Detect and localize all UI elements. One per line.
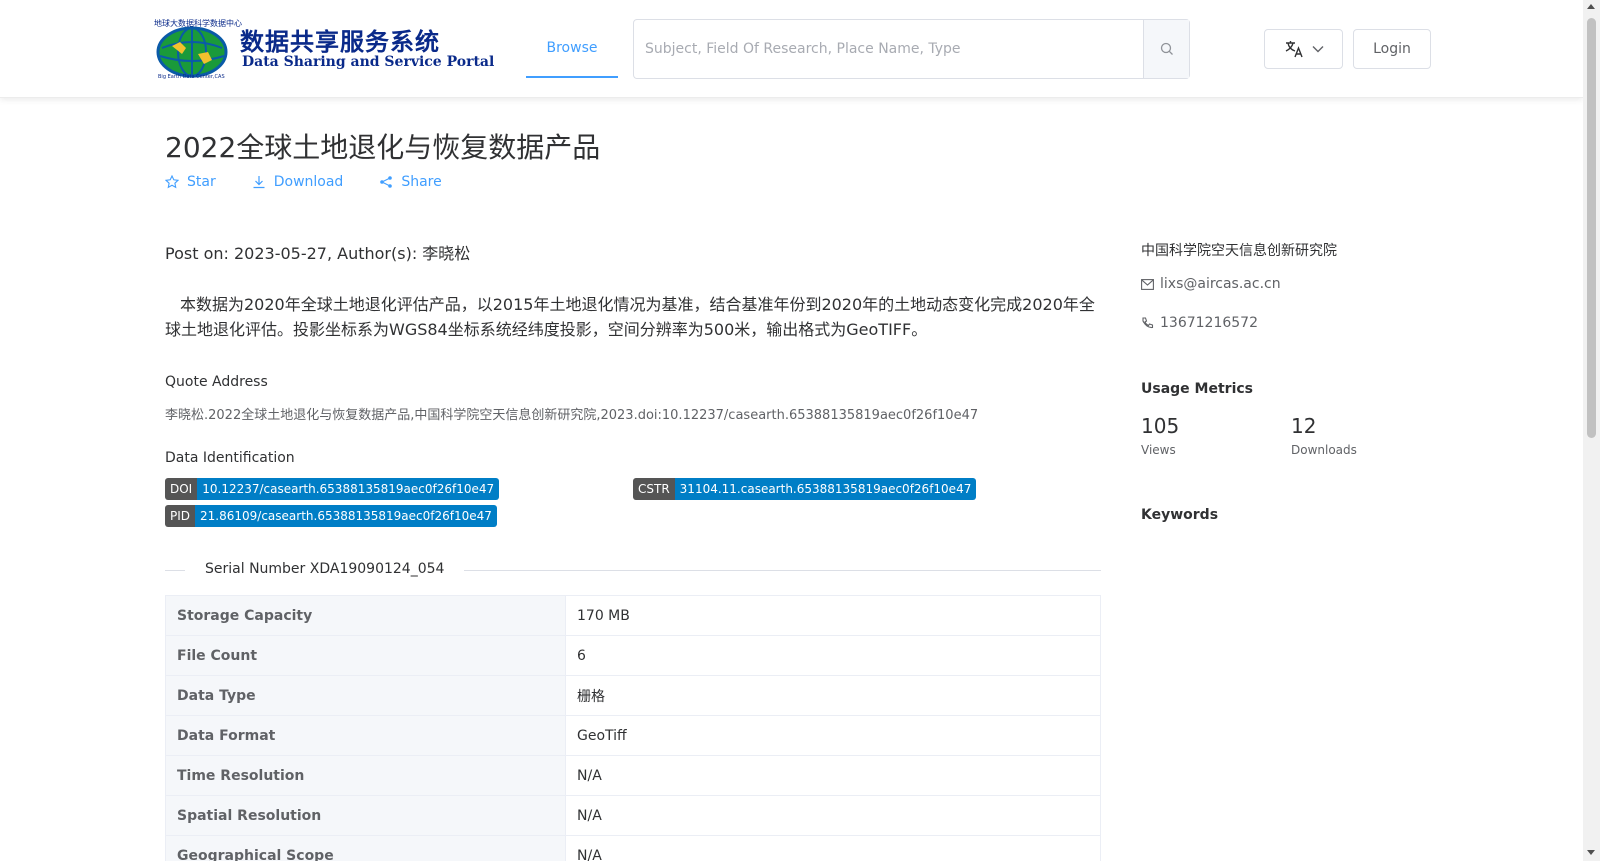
info-value: 栅格 bbox=[565, 675, 1101, 716]
info-value: 6 bbox=[565, 635, 1101, 676]
info-value: N/A bbox=[565, 795, 1101, 836]
nav-tab-browse[interactable]: Browse bbox=[526, 0, 618, 78]
share-label: Share bbox=[401, 174, 442, 190]
star-label: Star bbox=[187, 174, 216, 190]
download-icon bbox=[253, 176, 265, 189]
table-row: Geographical Scope N/A bbox=[165, 835, 1101, 861]
phone-text: 13671216572 bbox=[1160, 315, 1258, 331]
search-button[interactable] bbox=[1143, 20, 1189, 78]
page-scrollbar[interactable] bbox=[1583, 0, 1600, 861]
logo-title-en: Data Sharing and Service Portal bbox=[242, 54, 495, 70]
identification-label: Data Identification bbox=[165, 450, 295, 466]
doi-key: DOI bbox=[165, 478, 198, 500]
info-key: File Count bbox=[165, 635, 566, 676]
table-row: Data Format GeoTiff bbox=[165, 715, 1101, 756]
quote-text: 李晓松.2022全球土地退化与恢复数据产品,中国科学院空天信息创新研究院,202… bbox=[165, 408, 979, 423]
scroll-thumb[interactable] bbox=[1587, 18, 1596, 438]
mail-icon bbox=[1141, 278, 1154, 290]
site-logo[interactable]: 地球大数据科学数据中心 Big Earth Data Center,CAS 数据… bbox=[152, 18, 494, 80]
logo-ring-text: 地球大数据科学数据中心 bbox=[154, 19, 242, 28]
download-label: Download bbox=[273, 174, 344, 190]
table-row: Data Type 栅格 bbox=[165, 675, 1101, 716]
table-row: File Count 6 bbox=[165, 635, 1101, 676]
email-text: lixs@aircas.ac.cn bbox=[1160, 276, 1281, 292]
quote-label: Quote Address bbox=[165, 374, 268, 390]
info-key: Time Resolution bbox=[165, 755, 566, 796]
doi-value: 10.12237/casearth.65388135819aec0f26f10e… bbox=[197, 478, 500, 500]
scroll-down-arrow-icon[interactable] bbox=[1587, 850, 1595, 855]
share-button[interactable]: Share bbox=[379, 174, 442, 190]
post-meta: Post on: 2023-05-27, Author(s): 李晓松 bbox=[165, 244, 471, 263]
info-key: Spatial Resolution bbox=[165, 795, 566, 836]
info-value: GeoTiff bbox=[565, 715, 1101, 756]
star-icon bbox=[165, 175, 179, 189]
search-icon bbox=[1160, 42, 1173, 55]
scroll-up-arrow-icon[interactable] bbox=[1587, 4, 1595, 9]
organization-name: 中国科学院空天信息创新研究院 bbox=[1141, 243, 1337, 259]
star-button[interactable]: Star bbox=[165, 174, 216, 190]
info-value: 170 MB bbox=[565, 595, 1101, 636]
pid-badge[interactable]: PID 21.86109/casearth.65388135819aec0f26… bbox=[165, 505, 497, 527]
info-value: N/A bbox=[565, 755, 1101, 796]
translate-icon bbox=[1285, 41, 1303, 58]
dataset-description: 本数据为2020年全球土地退化评估产品，以2015年土地退化情况为基准，结合基准… bbox=[165, 295, 1095, 339]
dataset-actions: Star Download Share bbox=[165, 174, 442, 190]
info-key: Storage Capacity bbox=[165, 595, 566, 636]
cstr-key: CSTR bbox=[633, 478, 675, 500]
views-count: 105 bbox=[1141, 414, 1180, 438]
downloads-label: Downloads bbox=[1291, 443, 1357, 457]
dataset-info-table: Storage Capacity 170 MB File Count 6 Dat… bbox=[165, 595, 1101, 861]
downloads-count: 12 bbox=[1291, 414, 1317, 438]
pid-value: 21.86109/casearth.65388135819aec0f26f10e… bbox=[195, 505, 497, 527]
table-row: Storage Capacity 170 MB bbox=[165, 595, 1101, 636]
table-row: Spatial Resolution N/A bbox=[165, 795, 1101, 836]
dataset-title: 2022全球土地退化与恢复数据产品 bbox=[165, 131, 601, 164]
logo-sub-text: Big Earth Data Center,CAS bbox=[158, 74, 225, 80]
contact-phone: 13671216572 bbox=[1141, 315, 1258, 331]
contact-email[interactable]: lixs@aircas.ac.cn bbox=[1141, 276, 1281, 292]
search-box bbox=[633, 19, 1190, 79]
info-key: Data Type bbox=[165, 675, 566, 716]
search-input[interactable] bbox=[634, 20, 1144, 78]
keywords-title: Keywords bbox=[1141, 507, 1219, 523]
share-icon bbox=[380, 176, 393, 188]
pid-key: PID bbox=[165, 505, 196, 527]
usage-metrics-title: Usage Metrics bbox=[1141, 381, 1253, 397]
top-header: 地球大数据科学数据中心 Big Earth Data Center,CAS 数据… bbox=[0, 0, 1583, 98]
chevron-down-icon bbox=[1312, 46, 1323, 53]
login-button[interactable]: Login bbox=[1353, 29, 1431, 69]
doi-badge[interactable]: DOI 10.12237/casearth.65388135819aec0f26… bbox=[165, 478, 500, 500]
serial-number: Serial Number XDA19090124_054 bbox=[185, 561, 465, 577]
logo-title-cn: 数据共享服务系统 bbox=[240, 28, 440, 56]
table-row: Time Resolution N/A bbox=[165, 755, 1101, 796]
phone-icon bbox=[1142, 316, 1154, 328]
download-button[interactable]: Download bbox=[252, 174, 344, 190]
info-value: N/A bbox=[565, 835, 1101, 861]
cstr-badge[interactable]: CSTR 31104.11.casearth.65388135819aec0f2… bbox=[633, 478, 977, 500]
views-label: Views bbox=[1141, 443, 1176, 457]
info-key: Data Format bbox=[165, 715, 566, 756]
language-switcher[interactable] bbox=[1264, 29, 1343, 69]
info-key: Geographical Scope bbox=[165, 835, 566, 861]
cstr-value: 31104.11.casearth.65388135819aec0f26f10e… bbox=[674, 478, 977, 500]
